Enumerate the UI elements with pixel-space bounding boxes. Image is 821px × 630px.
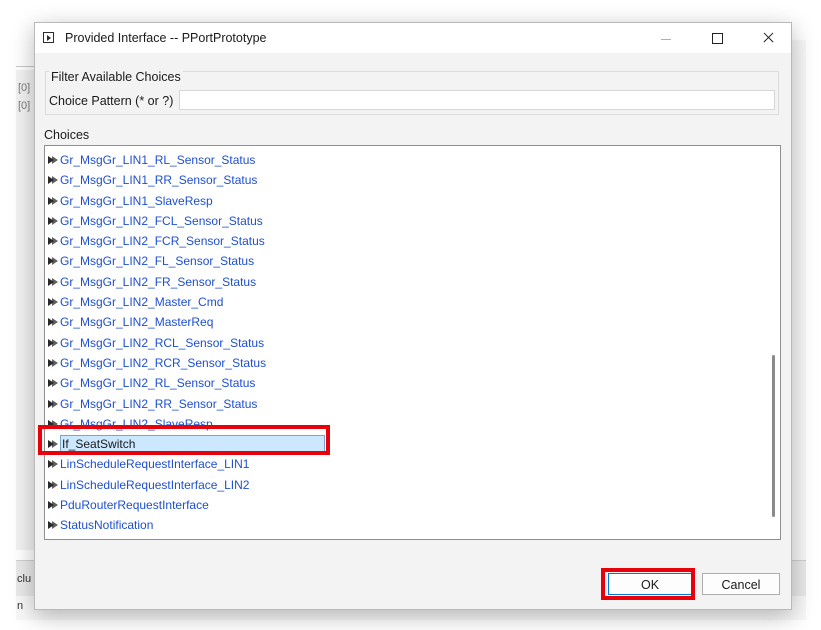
background-panel-right — [790, 40, 806, 560]
choice-item-label: Gr_MsgGr_LIN2_RCL_Sensor_Status — [60, 335, 265, 350]
choice-item-label: Gr_MsgGr_LIN1_RR_Sensor_Status — [60, 173, 258, 188]
choice-item-label: Gr_MsgGr_LIN1_RL_Sensor_Status — [60, 153, 256, 167]
interface-icon — [48, 500, 58, 510]
interface-icon — [48, 480, 58, 490]
interface-icon — [48, 439, 58, 449]
choices-list[interactable]: Gr_MsgGr_LIN1_RL_Sensor_Status Gr_MsgGr_L… — [44, 145, 781, 540]
choices-scrollbar[interactable] — [768, 147, 780, 538]
interface-icon — [48, 419, 58, 429]
interface-icon — [48, 378, 58, 388]
interface-icon — [48, 358, 58, 368]
cancel-button[interactable]: Cancel — [702, 573, 780, 595]
interface-icon — [48, 236, 58, 246]
choice-item-label: Gr_MsgGr_LIN1_SlaveResp — [60, 193, 213, 208]
interface-icon — [48, 459, 58, 469]
choice-list-item[interactable]: Gr_MsgGr_LIN2_RL_Sensor_Status — [45, 373, 760, 393]
scrollbar-thumb[interactable] — [772, 355, 775, 517]
choice-item-label: LinScheduleRequestInterface_LIN2 — [60, 477, 250, 492]
interface-icon — [48, 338, 58, 348]
choice-item-label: Gr_MsgGr_LIN2_MasterReq — [60, 315, 214, 330]
choice-list-item[interactable]: If_SeatSwitch — [45, 434, 760, 455]
ok-button[interactable]: OK — [608, 573, 692, 595]
filter-group-label: Filter Available Choices — [49, 70, 183, 84]
dialog-titlebar[interactable]: Provided Interface -- PPortPrototype — [35, 23, 791, 53]
choice-list-item[interactable]: Gr_MsgGr_LIN2_MasterReq — [45, 312, 760, 332]
choice-list-item[interactable]: Gr_MsgGr_LIN2_FCL_Sensor_Status — [45, 211, 760, 231]
close-button[interactable] — [745, 23, 791, 53]
choice-item-label: Gr_MsgGr_LIN2_FL_Sensor_Status — [60, 254, 255, 269]
choice-list-item[interactable]: Gr_MsgGr_LIN1_RR_Sensor_Status — [45, 170, 760, 190]
choice-item-label: Gr_MsgGr_LIN2_FR_Sensor_Status — [60, 274, 257, 289]
choice-pattern-input[interactable] — [179, 90, 775, 110]
app-window-icon — [43, 32, 54, 43]
interface-icon — [48, 155, 58, 165]
choice-item-label: Gr_MsgGr_LIN2_RCR_Sensor_Status — [60, 355, 267, 370]
choice-list-item[interactable]: PduRouterRequestInterface — [45, 495, 760, 515]
choice-list-item[interactable]: Gr_MsgGr_LIN2_FCR_Sensor_Status — [45, 231, 760, 251]
interface-icon — [48, 216, 58, 226]
maximize-button[interactable] — [694, 23, 740, 53]
choice-item-label: Gr_MsgGr_LIN2_FCR_Sensor_Status — [60, 234, 265, 249]
interface-icon — [48, 256, 58, 266]
background-fragment: clu — [17, 573, 32, 585]
choice-item-label: Gr_MsgGr_LIN2_FCL_Sensor_Status — [60, 213, 263, 228]
choice-item-label: Gr_MsgGr_LIN2_SlaveResp — [60, 416, 213, 431]
interface-icon — [48, 317, 58, 327]
choice-item-label: Gr_MsgGr_LIN2_RR_Sensor_Status — [60, 396, 258, 411]
interface-icon — [48, 175, 58, 185]
interface-icon — [48, 196, 58, 206]
interface-icon — [48, 399, 58, 409]
dialog-title: Provided Interface -- PPortPrototype — [65, 31, 267, 45]
provided-interface-dialog: Provided Interface -- PPortPrototype Fil… — [34, 22, 792, 610]
background-fragment: [0] — [18, 100, 31, 112]
choice-item-label: Gr_MsgGr_LIN2_RL_Sensor_Status — [60, 376, 256, 391]
choice-item-label: If_SeatSwitch — [60, 435, 325, 455]
background-fragment: [0] — [18, 82, 31, 94]
background-fragment: n — [17, 600, 24, 612]
choice-pattern-label: Choice Pattern (* or ?) — [49, 94, 174, 108]
choice-list-item[interactable]: Gr_MsgGr_LIN2_RCL_Sensor_Status — [45, 333, 760, 353]
choice-list-item[interactable]: Gr_MsgGr_LIN2_SlaveResp — [45, 414, 760, 434]
choice-item-label: LinScheduleRequestInterface_LIN1 — [60, 457, 250, 472]
minimize-icon — [643, 23, 689, 53]
choice-list-item[interactable]: LinScheduleRequestInterface_LIN1 — [45, 454, 760, 474]
choice-list-item[interactable]: Gr_MsgGr_LIN1_RL_Sensor_Status — [45, 150, 760, 170]
interface-icon — [48, 520, 58, 530]
interface-icon — [48, 277, 58, 287]
choice-list-item[interactable]: Gr_MsgGr_LIN2_Master_Cmd — [45, 292, 760, 312]
choice-list-item[interactable]: Gr_MsgGr_LIN2_FL_Sensor_Status — [45, 251, 760, 271]
interface-icon — [48, 297, 58, 307]
choices-label: Choices — [44, 128, 90, 142]
choices-list-content: Gr_MsgGr_LIN1_RL_Sensor_Status Gr_MsgGr_L… — [45, 150, 760, 536]
choice-list-item[interactable]: Gr_MsgGr_LIN1_SlaveResp — [45, 191, 760, 211]
choice-list-item[interactable]: StatusNotification — [45, 515, 760, 535]
choice-list-item[interactable]: LinScheduleRequestInterface_LIN2 — [45, 475, 760, 495]
choice-list-item[interactable]: Gr_MsgGr_LIN2_FR_Sensor_Status — [45, 272, 760, 292]
choice-list-item[interactable]: Gr_MsgGr_LIN2_RCR_Sensor_Status — [45, 353, 760, 373]
choice-item-label: Gr_MsgGr_LIN2_Master_Cmd — [60, 295, 224, 310]
choice-item-label: StatusNotification — [60, 518, 154, 533]
choice-item-label: PduRouterRequestInterface — [60, 498, 209, 513]
choice-list-item[interactable]: Gr_MsgGr_LIN2_RR_Sensor_Status — [45, 394, 760, 414]
